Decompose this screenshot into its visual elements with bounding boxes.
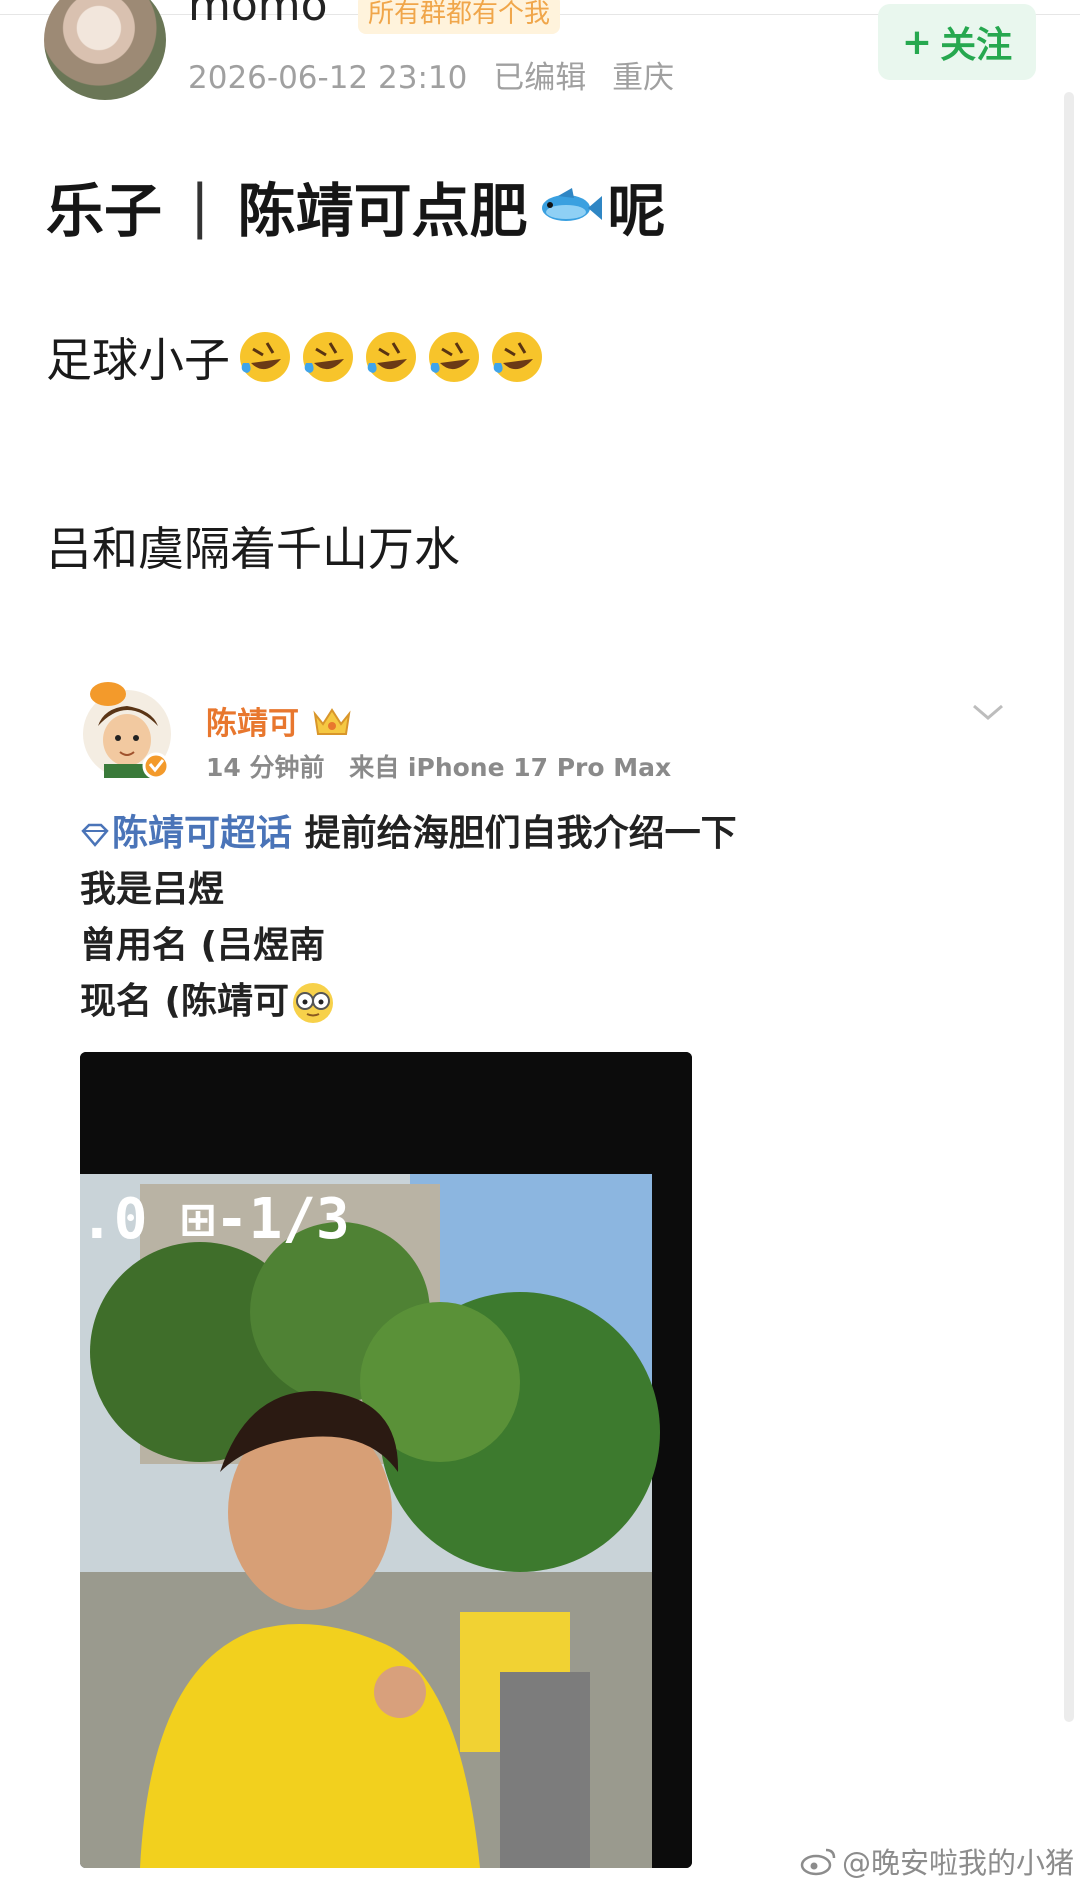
- laughing-tears-emoji: [366, 332, 416, 382]
- quoted-line-3: 曾用名 (吕煜南: [80, 925, 325, 966]
- quoted-time: 14 分钟前: [206, 753, 325, 782]
- photo-overlay-text: .0 ⊞-1/3: [80, 1187, 350, 1252]
- watermark: @晚安啦我的小猪: [800, 1840, 1074, 1882]
- quoted-meta: 14 分钟前 来自 iPhone 17 Pro Max: [206, 748, 687, 784]
- laughing-tears-emoji: [492, 332, 542, 382]
- quoted-text-4: 现名 (陈靖可: [80, 981, 289, 1022]
- scrollbar[interactable]: [1064, 92, 1074, 1722]
- laughing-tears-emoji: [303, 332, 353, 382]
- laughing-tears-emoji: [429, 332, 479, 382]
- edited-label: 已编辑: [493, 60, 587, 96]
- watermark-text: @晚安啦我的小猪: [842, 1846, 1075, 1880]
- weibo-icon: [800, 1848, 836, 1876]
- quoted-author-name[interactable]: 陈靖可: [206, 698, 299, 743]
- post-meta: 2026-06-12 23:10 已编辑 重庆: [188, 52, 690, 97]
- fish-icon: [541, 188, 602, 221]
- laughing-tears-emoji: [240, 332, 290, 382]
- body-line-1: 足球小子: [46, 324, 545, 390]
- title-separator: |: [190, 172, 210, 240]
- follow-button[interactable]: + 关注: [878, 4, 1036, 80]
- quoted-text-1: 提前给海胆们自我介绍一下: [304, 813, 737, 854]
- post-photo[interactable]: .0 ⊞-1/3: [80, 1052, 692, 1868]
- chevron-down-icon[interactable]: [970, 700, 1006, 724]
- quoted-body: 陈靖可超话 提前给海胆们自我介绍一下 我是吕煜 曾用名 (吕煜南 现名 (陈靖可: [80, 806, 737, 1030]
- location: 重庆: [612, 60, 675, 96]
- diamond-icon: [81, 823, 109, 847]
- quoted-line-1: 陈靖可超话 提前给海胆们自我介绍一下: [80, 806, 737, 862]
- quoted-line-2: 我是吕煜: [80, 869, 225, 910]
- timestamp: 2026-06-12 23:10: [188, 60, 468, 96]
- title-main: 陈靖可点肥: [237, 177, 528, 245]
- title-prefix: 乐子: [46, 177, 163, 245]
- avatar[interactable]: [44, 0, 166, 100]
- body-line-2: 吕和虞隔着千山万水: [46, 522, 460, 576]
- username[interactable]: momo: [188, 0, 328, 34]
- body-text-1: 足球小子: [46, 333, 230, 387]
- topic-link[interactable]: 陈靖可超话: [112, 813, 292, 854]
- quoted-source: 来自 iPhone 17 Pro Max: [349, 753, 672, 782]
- quoted-author[interactable]: 陈靖可: [206, 698, 353, 743]
- title-tail: 呢: [607, 177, 666, 245]
- user-badge: 所有群都有个我: [358, 0, 561, 34]
- post-title: 乐子 | 陈靖可点肥 呢: [46, 168, 666, 245]
- quoted-line-4: 现名 (陈靖可: [80, 974, 737, 1030]
- glasses-emoji: [293, 983, 333, 1023]
- follow-label: 关注: [940, 25, 1013, 66]
- avatar[interactable]: [80, 680, 174, 780]
- crown-icon: [313, 707, 351, 735]
- plus-icon: +: [901, 21, 933, 63]
